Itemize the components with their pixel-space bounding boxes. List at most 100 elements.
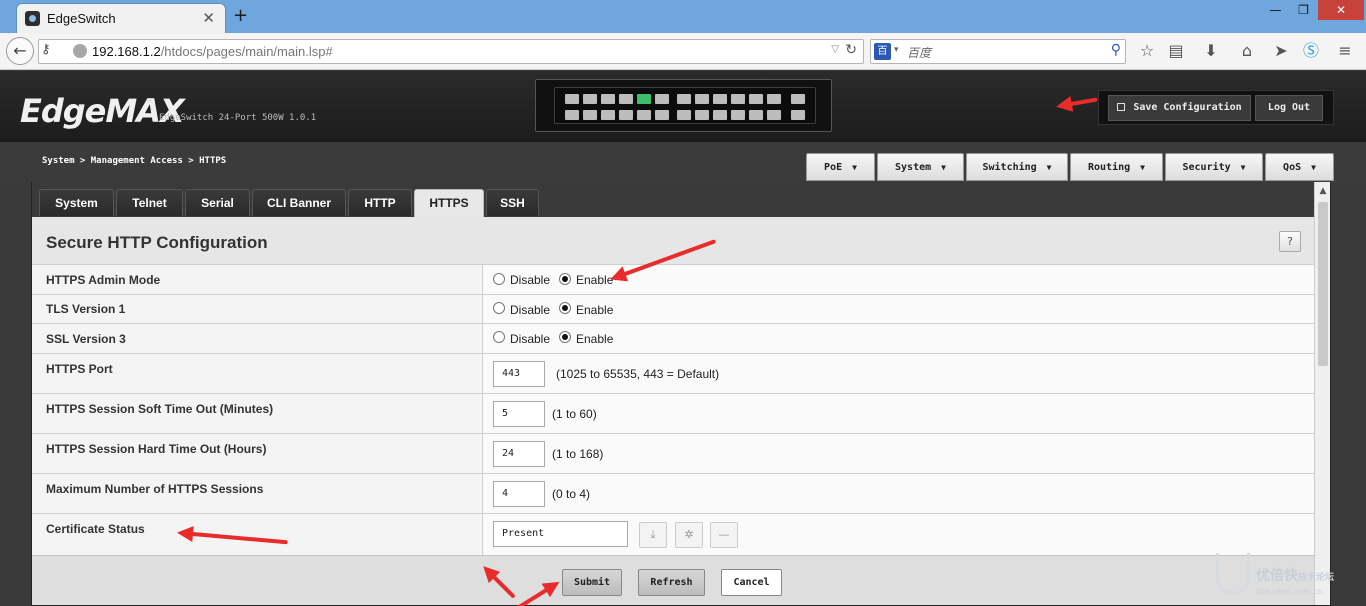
max-sessions-input[interactable]: 4 bbox=[493, 481, 545, 507]
home-icon[interactable]: ⌂ bbox=[1236, 40, 1258, 62]
switch-port bbox=[637, 94, 651, 104]
menu-switching[interactable]: Switching ▼ bbox=[966, 153, 1068, 181]
tab-https[interactable]: HTTPS bbox=[414, 189, 484, 217]
key-icon: ⚷ bbox=[41, 42, 51, 57]
disable-label: Disable bbox=[510, 332, 551, 346]
tab-system[interactable]: System bbox=[39, 189, 114, 216]
switch-port bbox=[601, 110, 615, 120]
close-tab-icon[interactable]: ✕ bbox=[202, 9, 215, 27]
send-icon[interactable]: ➤ bbox=[1270, 40, 1292, 62]
port-grid bbox=[554, 87, 816, 124]
menu-qos[interactable]: QoS ▼ bbox=[1265, 153, 1334, 181]
menu-routing[interactable]: Routing ▼ bbox=[1070, 153, 1163, 181]
scroll-up-icon[interactable]: ▲ bbox=[1315, 186, 1330, 200]
download-certificate-icon[interactable]: ⤓ bbox=[639, 522, 667, 548]
tab-ssh[interactable]: SSH bbox=[486, 189, 539, 216]
tls-version-1-value: Disable Enable bbox=[482, 295, 1314, 323]
https-port-input[interactable]: 443 bbox=[493, 361, 545, 387]
vertical-scrollbar[interactable]: ▲ bbox=[1314, 182, 1330, 605]
https-admin-mode-disable-radio[interactable] bbox=[493, 273, 505, 285]
search-box[interactable]: 百 ▾ 百度 ⚲ bbox=[870, 39, 1126, 64]
gear-icon[interactable]: ✲ bbox=[675, 522, 703, 548]
menu-system-label: System bbox=[895, 162, 932, 173]
search-icon[interactable]: ⚲ bbox=[1111, 42, 1121, 58]
switch-port bbox=[791, 110, 805, 120]
switch-port bbox=[565, 94, 579, 104]
switch-port bbox=[565, 110, 579, 120]
caret-down-icon: ▼ bbox=[1046, 163, 1052, 172]
refresh-button[interactable]: Refresh bbox=[638, 569, 705, 596]
minimize-window-icon[interactable]: — bbox=[1262, 0, 1289, 20]
address-bar[interactable]: ⚷ 192.168.1.2/htdocs/pages/main/main.lsp… bbox=[38, 39, 864, 64]
watermark: 优倍快技术论坛 bbs.ubnt.com.cn bbox=[1212, 553, 1362, 603]
tab-serial[interactable]: Serial bbox=[185, 189, 250, 216]
caret-down-icon: ▼ bbox=[941, 163, 946, 172]
row-hard-timeout: HTTPS Session Hard Time Out (Hours) 24 (… bbox=[32, 433, 1314, 473]
disable-label: Disable bbox=[510, 303, 551, 317]
hard-timeout-input[interactable]: 24 bbox=[493, 441, 545, 467]
tab-cli-banner[interactable]: CLI Banner bbox=[252, 189, 346, 216]
skype-icon[interactable]: Ⓢ bbox=[1300, 40, 1322, 62]
caret-down-icon: ▼ bbox=[1311, 163, 1316, 172]
log-out-button[interactable]: Log Out bbox=[1255, 95, 1323, 121]
row-max-sessions: Maximum Number of HTTPS Sessions 4 (0 to… bbox=[32, 473, 1314, 513]
switch-port bbox=[619, 94, 633, 104]
browser-tab[interactable]: EdgeSwitch ✕ bbox=[16, 3, 226, 33]
switch-port bbox=[677, 110, 691, 120]
https-admin-mode-enable-radio[interactable] bbox=[559, 273, 571, 285]
watermark-logo-icon bbox=[1216, 553, 1250, 595]
save-configuration-button[interactable]: Save Configuration bbox=[1108, 95, 1251, 121]
tls-version-1-label: TLS Version 1 bbox=[46, 302, 126, 316]
search-engine-icon[interactable]: 百 bbox=[874, 43, 891, 60]
menu-security[interactable]: Security ▼ bbox=[1165, 153, 1263, 181]
menu-poe-label: PoE bbox=[824, 162, 843, 173]
main-content: System Telnet Serial CLI Banner HTTP HTT… bbox=[31, 182, 1331, 606]
ssl-enable-radio[interactable] bbox=[559, 331, 571, 343]
menu-poe[interactable]: PoE ▼ bbox=[806, 153, 875, 181]
bookmark-star-icon[interactable]: ☆ bbox=[1136, 40, 1158, 62]
tls-disable-radio[interactable] bbox=[493, 302, 505, 314]
ssl-version-3-label: SSL Version 3 bbox=[46, 332, 126, 346]
download-icon[interactable]: ⬇ bbox=[1200, 40, 1222, 62]
menu-icon[interactable]: ≡ bbox=[1334, 40, 1356, 62]
switch-port bbox=[583, 110, 597, 120]
close-window-icon[interactable]: ✕ bbox=[1318, 0, 1364, 20]
row-soft-timeout: HTTPS Session Soft Time Out (Minutes) 5 … bbox=[32, 393, 1314, 433]
switch-port bbox=[583, 94, 597, 104]
help-button[interactable]: ? bbox=[1279, 231, 1301, 252]
tab-http[interactable]: HTTP bbox=[348, 189, 412, 216]
row-ssl-version-3: SSL Version 3 Disable Enable bbox=[32, 323, 1314, 353]
enable-label: Enable bbox=[576, 332, 614, 346]
tls-enable-radio[interactable] bbox=[559, 302, 571, 314]
device-model: EdgeSwitch 24-Port 500W 1.0.1 bbox=[159, 113, 317, 123]
bookmarks-list-icon[interactable]: ▤ bbox=[1165, 40, 1187, 62]
url-text[interactable]: 192.168.1.2/htdocs/pages/main/main.lsp# bbox=[92, 44, 333, 59]
scroll-thumb[interactable] bbox=[1318, 202, 1328, 366]
switch-port bbox=[655, 110, 669, 120]
remove-certificate-icon[interactable]: — bbox=[710, 522, 738, 548]
soft-timeout-hint: (1 to 60) bbox=[552, 407, 597, 421]
menu-system[interactable]: System ▼ bbox=[877, 153, 964, 181]
soft-timeout-input[interactable]: 5 bbox=[493, 401, 545, 427]
url-dropdown-icon[interactable]: ▽ bbox=[831, 44, 839, 55]
back-button[interactable]: ← bbox=[6, 37, 34, 65]
breadcrumb: System > Management Access > HTTPS bbox=[42, 156, 227, 166]
trademark-mark: ™ bbox=[146, 99, 153, 107]
row-https-port: HTTPS Port 443 (1025 to 65535, 443 = Def… bbox=[32, 353, 1314, 393]
maximize-window-icon[interactable]: ❐ bbox=[1290, 0, 1317, 20]
reload-icon[interactable]: ↻ bbox=[845, 42, 857, 58]
chevron-down-icon[interactable]: ▾ bbox=[894, 45, 899, 55]
cancel-button[interactable]: Cancel bbox=[721, 569, 782, 596]
header-actions: Save Configuration Log Out bbox=[1098, 90, 1334, 125]
https-admin-mode-label: HTTPS Admin Mode bbox=[46, 273, 161, 287]
tab-telnet[interactable]: Telnet bbox=[116, 189, 183, 216]
submit-button[interactable]: Submit bbox=[562, 569, 622, 596]
https-port-hint: (1025 to 65535, 443 = Default) bbox=[556, 367, 720, 381]
switch-port bbox=[601, 94, 615, 104]
https-port-value: 443 (1025 to 65535, 443 = Default) bbox=[482, 354, 1314, 393]
caret-down-icon: ▼ bbox=[852, 163, 857, 172]
ssl-disable-radio[interactable] bbox=[493, 331, 505, 343]
new-tab-icon[interactable]: + bbox=[233, 5, 248, 26]
app-header: EdgeMAX ™ EdgeSwitch 24-Port 500W 1.0.1 … bbox=[0, 71, 1366, 142]
search-input[interactable]: 百度 bbox=[907, 44, 931, 61]
